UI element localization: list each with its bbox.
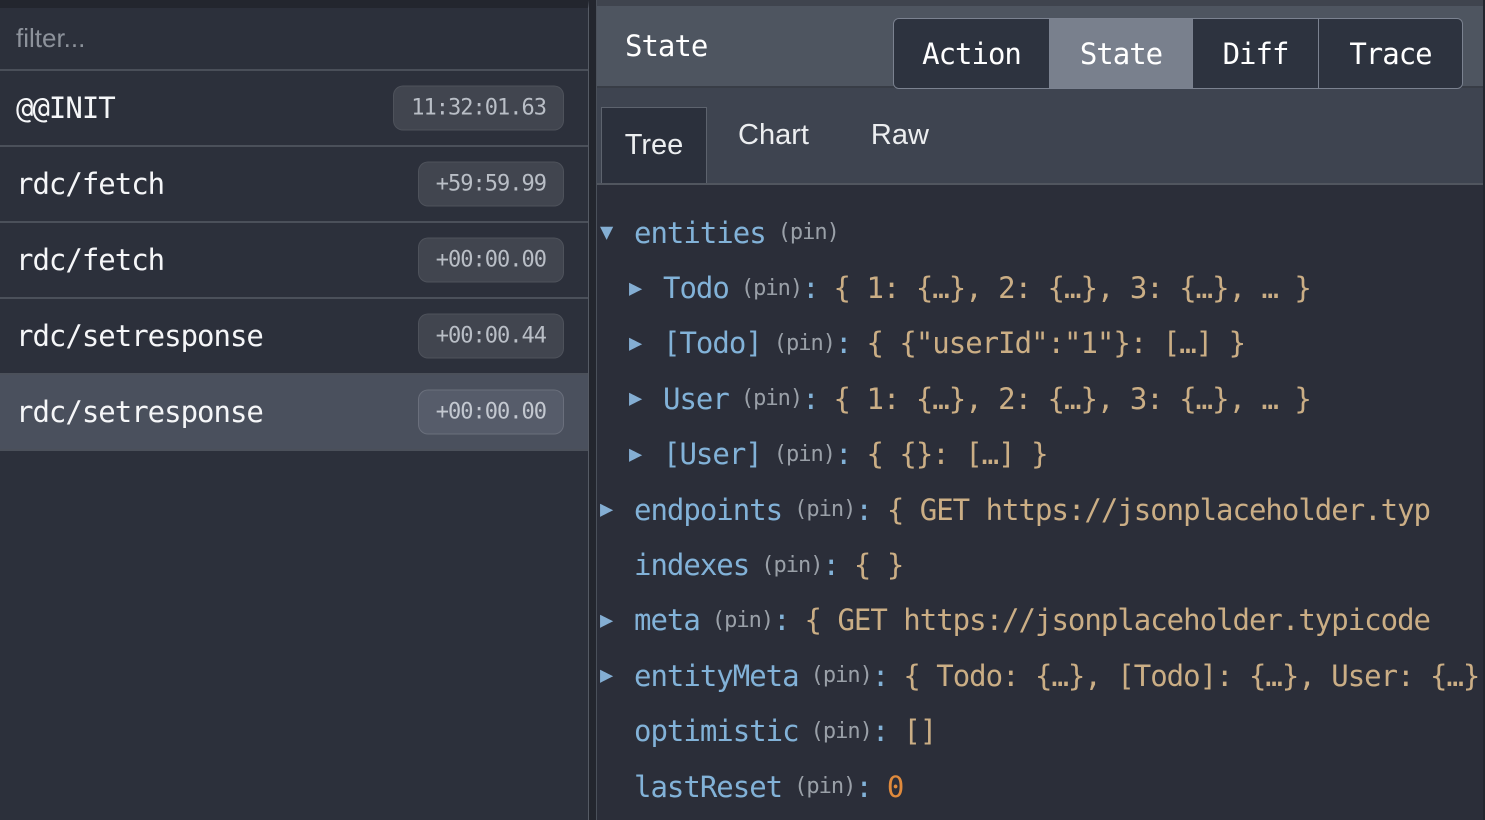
action-name: rdc/setresponse (16, 395, 263, 429)
inspector-header: State Action State Diff Trace (597, 0, 1483, 88)
tree-key[interactable]: indexes (634, 548, 749, 582)
expanded-arrow-icon[interactable]: ▼ (600, 220, 634, 245)
key-colon: : (822, 548, 838, 582)
key-colon: : (802, 382, 818, 416)
action-row-fetch-2[interactable]: rdc/fetch +00:00.00 (0, 223, 588, 299)
tree-key[interactable]: entities (634, 216, 766, 250)
collapsed-arrow-icon[interactable]: ▶ (629, 386, 663, 411)
action-time-badge: +59:59.99 (418, 162, 564, 207)
tree-key[interactable]: meta (634, 603, 700, 637)
key-colon: : (835, 437, 851, 471)
subtab-raw[interactable]: Raw (840, 88, 960, 183)
collapsed-arrow-icon[interactable]: ▶ (600, 608, 634, 633)
action-name: rdc/fetch (16, 243, 164, 277)
key-colon: : (855, 493, 871, 527)
tree-row-todo-index[interactable]: ▶ [Todo] (pin) : { {"userId":"1"}: […] } (629, 316, 1483, 371)
subtab-chart[interactable]: Chart (707, 88, 840, 183)
pin-button[interactable]: (pin) (794, 497, 855, 522)
value-preview: { {}: […] } (866, 437, 1047, 471)
key-colon: : (872, 659, 888, 693)
tab-diff[interactable]: Diff (1193, 19, 1319, 88)
tree-row-indexes[interactable]: indexes (pin) : { } (600, 537, 1483, 592)
inspector-panel: State Action State Diff Trace Tree Chart… (596, 0, 1485, 820)
tree-row-lastreset[interactable]: lastReset (pin) : 0 (600, 759, 1483, 814)
state-subtab-bar: Tree Chart Raw (597, 88, 1483, 185)
collapsed-arrow-icon[interactable]: ▶ (600, 497, 634, 522)
tree-key[interactable]: entityMeta (634, 659, 799, 693)
tree-row-entitymeta[interactable]: ▶ entityMeta (pin) : { Todo: {…}, [Todo]… (600, 648, 1483, 703)
pin-button[interactable]: (pin) (778, 220, 839, 245)
action-name: @@INIT (16, 91, 115, 125)
action-name: rdc/fetch (16, 167, 164, 201)
filter-row (0, 8, 588, 71)
key-colon: : (835, 326, 851, 360)
tab-action[interactable]: Action (894, 19, 1050, 88)
tree-key[interactable]: User (663, 382, 729, 416)
tree-row-endpoints[interactable]: ▶ endpoints (pin) : { GET https://jsonpl… (600, 482, 1483, 537)
pin-button[interactable]: (pin) (774, 331, 835, 356)
value-preview: [] (903, 714, 936, 748)
value-preview: { 1: {…}, 2: {…}, 3: {…}, … } (834, 271, 1311, 305)
key-colon: : (872, 714, 888, 748)
tree-row-user[interactable]: ▶ User (pin) : { 1: {…}, 2: {…}, 3: {…},… (629, 371, 1483, 426)
value-preview-number: 0 (887, 770, 903, 804)
value-preview: { {"userId":"1"}: […] } (866, 326, 1245, 360)
tree-row-entities[interactable]: ▼ entities (pin) (600, 205, 1483, 260)
state-tree-view: ▼ entities (pin) ▶ Todo (pin) : { 1: {…}… (597, 185, 1483, 820)
pin-button[interactable]: (pin) (761, 553, 822, 578)
key-colon: : (802, 271, 818, 305)
action-name: rdc/setresponse (16, 319, 263, 353)
pin-button[interactable]: (pin) (741, 276, 802, 301)
action-time-badge: +00:00.44 (418, 314, 564, 359)
action-row-fetch-1[interactable]: rdc/fetch +59:59.99 (0, 147, 588, 223)
pin-button[interactable]: (pin) (741, 386, 802, 411)
tab-state[interactable]: State (1050, 19, 1193, 88)
collapsed-arrow-icon[interactable]: ▶ (629, 331, 663, 356)
value-preview: { GET https://jsonplaceholder.typicode (805, 603, 1430, 637)
pin-button[interactable]: (pin) (811, 719, 872, 744)
inspector-tab-group: Action State Diff Trace (893, 18, 1463, 89)
tree-row-todo[interactable]: ▶ Todo (pin) : { 1: {…}, 2: {…}, 3: {…},… (629, 260, 1483, 315)
value-preview: { Todo: {…}, [Todo]: {…}, User: {…} (903, 659, 1479, 693)
key-colon: : (855, 770, 871, 804)
value-preview: { } (854, 548, 903, 582)
value-preview: { 1: {…}, 2: {…}, 3: {…}, … } (834, 382, 1311, 416)
action-list-panel: @@INIT 11:32:01.63 rdc/fetch +59:59.99 r… (0, 0, 589, 820)
tab-trace[interactable]: Trace (1319, 19, 1462, 88)
pin-button[interactable]: (pin) (774, 442, 835, 467)
tree-key[interactable]: lastReset (634, 770, 782, 804)
panel-resizer-handle[interactable] (589, 0, 596, 820)
action-row-setresponse-1[interactable]: rdc/setresponse +00:00.44 (0, 299, 588, 375)
tree-key[interactable]: optimistic (634, 714, 799, 748)
tree-key[interactable]: [User] (663, 437, 762, 471)
pin-button[interactable]: (pin) (794, 774, 855, 799)
key-colon: : (773, 603, 789, 637)
subtab-tree[interactable]: Tree (601, 107, 707, 183)
filter-input[interactable] (0, 8, 588, 69)
tree-key[interactable]: [Todo] (663, 326, 762, 360)
tree-key[interactable]: Todo (663, 271, 729, 305)
collapsed-arrow-icon[interactable]: ▶ (600, 663, 634, 688)
collapsed-arrow-icon[interactable]: ▶ (629, 442, 663, 467)
pin-button[interactable]: (pin) (712, 608, 773, 633)
tree-key[interactable]: endpoints (634, 493, 782, 527)
inspector-title: State (625, 6, 707, 86)
action-time-badge: 11:32:01.63 (393, 86, 564, 131)
action-time-badge: +00:00.00 (418, 238, 564, 283)
tree-row-meta[interactable]: ▶ meta (pin) : { GET https://jsonplaceho… (600, 593, 1483, 648)
action-row-setresponse-2-selected[interactable]: rdc/setresponse +00:00.00 (0, 375, 588, 451)
action-row-init[interactable]: @@INIT 11:32:01.63 (0, 71, 588, 147)
tree-row-user-index[interactable]: ▶ [User] (pin) : { {}: […] } (629, 427, 1483, 482)
tree-row-optimistic[interactable]: optimistic (pin) : [] (600, 704, 1483, 759)
pin-button[interactable]: (pin) (811, 663, 872, 688)
collapsed-arrow-icon[interactable]: ▶ (629, 276, 663, 301)
value-preview: { GET https://jsonplaceholder.typ (887, 493, 1430, 527)
action-time-badge: +00:00.00 (418, 390, 564, 435)
